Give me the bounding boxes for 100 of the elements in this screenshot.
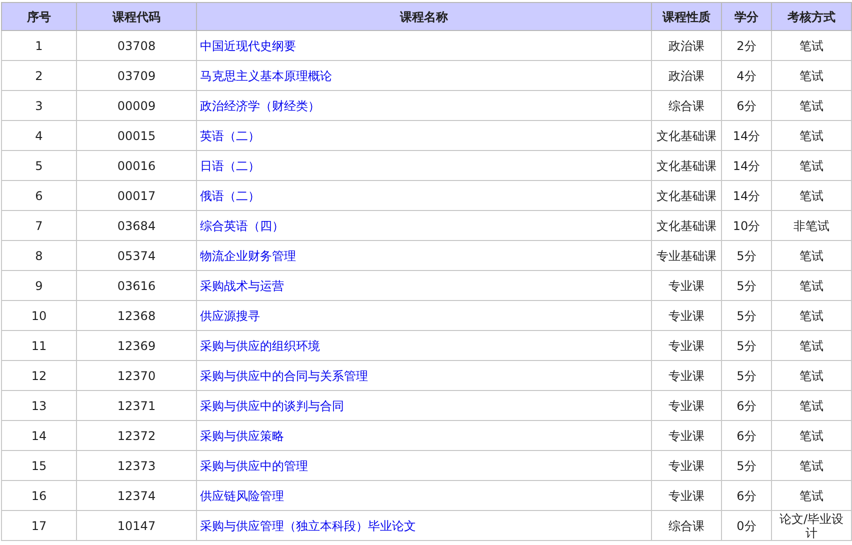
table-cell: 12 — [2, 360, 76, 390]
table-cell: 5 — [2, 150, 76, 180]
table-cell: 03616 — [76, 270, 196, 300]
table-cell: 12369 — [76, 330, 196, 360]
course-name-link[interactable]: 采购与供应策略 — [200, 428, 284, 442]
table-cell: 文化基础课 — [652, 180, 722, 210]
table-cell: 0分 — [722, 510, 772, 540]
table-cell: 笔试 — [772, 30, 852, 60]
table-cell: 综合课 — [652, 510, 722, 540]
table-cell: 3 — [2, 90, 76, 120]
course-name-link[interactable]: 英语（二） — [200, 128, 260, 142]
table-cell: 2 — [2, 60, 76, 90]
table-cell: 16 — [2, 480, 76, 510]
table-cell: 专业课 — [652, 480, 722, 510]
course-name-link[interactable]: 综合英语（四） — [200, 218, 284, 232]
table-cell: 非笔试 — [772, 210, 852, 240]
table-cell: 00017 — [76, 180, 196, 210]
table-cell: 5分 — [722, 360, 772, 390]
table-cell: 14分 — [722, 120, 772, 150]
table-cell: 笔试 — [772, 120, 852, 150]
course-name-link[interactable]: 采购与供应中的谈判与合同 — [200, 398, 344, 412]
table-cell: 笔试 — [772, 420, 852, 450]
course-name-link[interactable]: 采购与供应的组织环境 — [200, 338, 320, 352]
table-cell: 15 — [2, 450, 76, 480]
course-name-link[interactable]: 马克思主义基本原理概论 — [200, 68, 332, 82]
course-name-link[interactable]: 采购战术与运营 — [200, 278, 284, 292]
table-cell: 13 — [2, 390, 76, 420]
course-name-link[interactable]: 采购与供应中的管理 — [200, 458, 308, 472]
table-cell: 5分 — [722, 270, 772, 300]
table-cell: 专业课 — [652, 450, 722, 480]
table-cell: 12371 — [76, 390, 196, 420]
table-cell: 专业课 — [652, 360, 722, 390]
table-cell: 专业课 — [652, 390, 722, 420]
course-name-link[interactable]: 日语（二） — [200, 158, 260, 172]
table-cell: 专业课 — [652, 330, 722, 360]
table-cell: 8 — [2, 240, 76, 270]
table-cell: 5分 — [722, 300, 772, 330]
table-cell: 4分 — [722, 60, 772, 90]
table-cell: 笔试 — [772, 360, 852, 390]
table-cell: 12372 — [76, 420, 196, 450]
table-cell: 00009 — [76, 90, 196, 120]
table-cell: 14 — [2, 420, 76, 450]
table-cell: 笔试 — [772, 90, 852, 120]
table-cell: 笔试 — [772, 180, 852, 210]
table-cell: 6分 — [722, 390, 772, 420]
table-cell: 笔试 — [772, 450, 852, 480]
table-cell: 10分 — [722, 210, 772, 240]
table-cell: 综合课 — [652, 90, 722, 120]
column-header: 课程名称 — [196, 2, 652, 30]
course-name-link[interactable]: 俄语（二） — [200, 188, 260, 202]
table-cell: 5分 — [722, 450, 772, 480]
table-cell: 12374 — [76, 480, 196, 510]
table-cell: 5分 — [722, 240, 772, 270]
table-cell: 文化基础课 — [652, 210, 722, 240]
table-cell: 笔试 — [772, 480, 852, 510]
table-cell: 10 — [2, 300, 76, 330]
table-cell: 文化基础课 — [652, 120, 722, 150]
column-header: 学分 — [722, 2, 772, 30]
table-cell: 政治课 — [652, 30, 722, 60]
column-header: 考核方式 — [772, 2, 852, 30]
table-cell: 03709 — [76, 60, 196, 90]
table-cell: 专业课 — [652, 270, 722, 300]
table-cell: 政治课 — [652, 60, 722, 90]
table-cell: 00016 — [76, 150, 196, 180]
table-cell: 12373 — [76, 450, 196, 480]
table-cell: 17 — [2, 510, 76, 540]
table-cell: 专业课 — [652, 300, 722, 330]
table-cell: 5分 — [722, 330, 772, 360]
table-cell: 笔试 — [772, 390, 852, 420]
table-cell: 4 — [2, 120, 76, 150]
table-cell: 14分 — [722, 180, 772, 210]
table-cell: 专业课 — [652, 420, 722, 450]
table-cell: 14分 — [722, 150, 772, 180]
table-cell: 03684 — [76, 210, 196, 240]
table-cell: 论文/毕业设计 — [772, 510, 852, 540]
table-cell: 6 — [2, 180, 76, 210]
table-cell: 专业基础课 — [652, 240, 722, 270]
table-cell: 6分 — [722, 480, 772, 510]
table-cell: 05374 — [76, 240, 196, 270]
table-cell: 1 — [2, 30, 76, 60]
table-cell: 笔试 — [772, 330, 852, 360]
table-cell: 7 — [2, 210, 76, 240]
course-name-link[interactable]: 供应链风险管理 — [200, 488, 284, 502]
table-cell: 2分 — [722, 30, 772, 60]
table-cell: 10147 — [76, 510, 196, 540]
table-cell: 笔试 — [772, 300, 852, 330]
column-header: 课程代码 — [76, 2, 196, 30]
course-name-link[interactable]: 中国近现代史纲要 — [200, 38, 296, 52]
table-cell: 6分 — [722, 420, 772, 450]
table-cell: 6分 — [722, 90, 772, 120]
table-cell: 文化基础课 — [652, 150, 722, 180]
table-cell: 11 — [2, 330, 76, 360]
course-name-link[interactable]: 物流企业财务管理 — [200, 248, 296, 262]
table-cell: 12368 — [76, 300, 196, 330]
table-cell: 笔试 — [772, 150, 852, 180]
course-name-link[interactable]: 政治经济学（财经类） — [200, 98, 320, 112]
course-name-link[interactable]: 供应源搜寻 — [200, 308, 260, 322]
course-name-link[interactable]: 采购与供应中的合同与关系管理 — [200, 368, 368, 382]
table-cell: 笔试 — [772, 270, 852, 300]
table-cell: 笔试 — [772, 240, 852, 270]
